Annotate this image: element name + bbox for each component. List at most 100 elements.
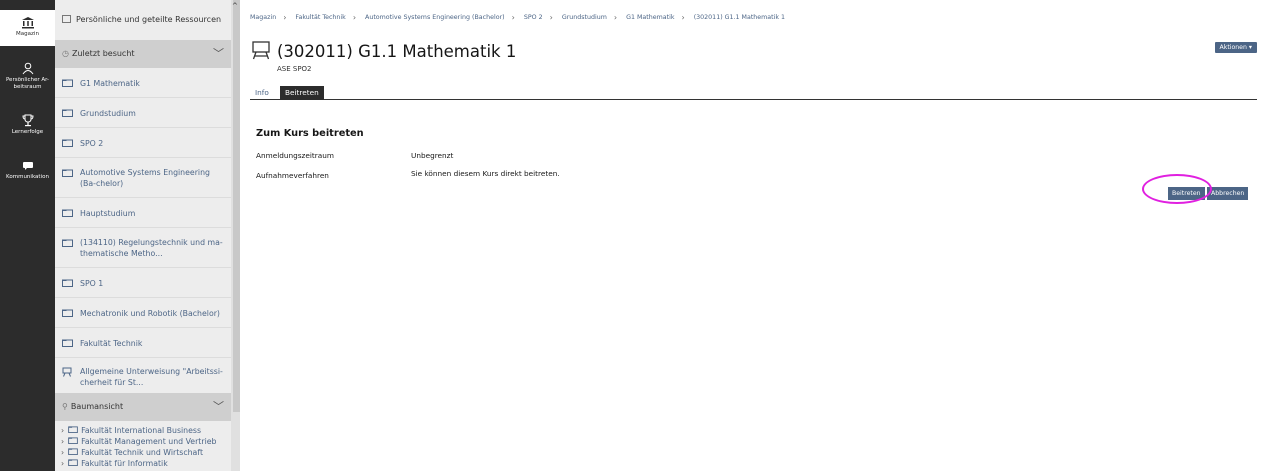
chat-icon — [0, 157, 55, 173]
tree-node[interactable]: › Fakultät Technik und Wirtschaft — [61, 447, 216, 458]
list-item-label: Mechatronik und Robotik (Bachelor) — [80, 309, 220, 318]
registration-period-row: Anmeldungszeitraum Unbegrenzt — [256, 151, 453, 160]
list-item-label: Hauptstudium — [80, 209, 136, 218]
folder-icon — [62, 309, 73, 317]
list-item[interactable]: Fakultät Technik — [55, 328, 231, 358]
list-item[interactable]: Grundstudium — [55, 98, 231, 128]
list-item[interactable]: (134110) Regelungstechnik und ma-themati… — [55, 228, 231, 268]
list-item-label: G1 Mathematik — [80, 79, 140, 88]
breadcrumb-item[interactable]: Fakultät Technik — [295, 14, 345, 21]
list-item[interactable]: Hauptstudium — [55, 198, 231, 228]
personal-workspace-icon — [0, 60, 55, 76]
breadcrumb-item[interactable]: Magazin — [250, 14, 276, 21]
folder-icon — [62, 279, 73, 287]
actions-dropdown-button[interactable]: Aktionen ▾ — [1214, 42, 1257, 53]
cancel-button[interactable]: Abbrechen — [1207, 187, 1249, 200]
tree-node-label: Fakultät Technik und Wirtschaft — [81, 448, 203, 457]
trophy-icon — [0, 112, 55, 128]
mainbar-label: Kommunikation — [6, 174, 49, 180]
row-label: Aufnahmeverfahren — [256, 171, 329, 180]
tree-view: › Fakultät International Business › Fakult… — [61, 425, 216, 469]
chevron-right-icon: › — [61, 437, 65, 446]
tree-header-label: Baumansicht — [70, 402, 124, 411]
folder-icon — [68, 459, 78, 466]
breadcrumb-item[interactable]: G1 Mathematik — [626, 14, 674, 21]
tree-node[interactable]: › Fakultät International Business — [61, 425, 216, 436]
tree-node[interactable]: › Fakultät für Informatik — [61, 458, 216, 469]
list-item[interactable]: Allgemeine Unterweisung "Arbeitssi-cherh… — [55, 358, 231, 394]
folder-icon — [62, 139, 73, 147]
tree-header[interactable]: ⚲ Baumansicht ﹀ — [55, 393, 231, 421]
chevron-right-icon: › — [549, 13, 553, 22]
list-item-label: Allgemeine Unterweisung "Arbeitssi-cherh… — [80, 367, 223, 387]
breadcrumb-item[interactable]: SPO 2 — [524, 14, 543, 21]
repository-icon — [0, 14, 55, 30]
tree-icon: ⚲ — [62, 402, 68, 411]
list-item-label: SPO 2 — [80, 139, 104, 148]
scroll-up-icon[interactable]: ^ — [232, 3, 240, 10]
folder-icon — [62, 339, 73, 347]
list-item-label: Grundstudium — [80, 109, 136, 118]
chevron-right-icon: › — [613, 13, 618, 22]
tree-node[interactable]: › Fakultät Management und Vertrieb — [61, 436, 216, 447]
tree-node-label: Fakultät International Business — [81, 426, 202, 435]
list-item[interactable]: SPO 1 — [55, 268, 231, 298]
list-item[interactable]: Mechatronik und Robotik (Bachelor) — [55, 298, 231, 328]
course-icon — [62, 367, 72, 377]
folder-icon — [62, 169, 73, 177]
admission-procedure-row: Aufnahmeverfahren Sie können diesem Kurs… — [256, 169, 560, 180]
recent-header-label: Zuletzt besucht — [71, 49, 135, 58]
folder-icon — [62, 209, 73, 217]
folder-icon — [62, 109, 73, 117]
breadcrumb-item[interactable]: Automotive Systems Engineering (Bachelor… — [365, 14, 505, 21]
chevron-down-icon: ﹀ — [213, 400, 224, 413]
list-item[interactable]: G1 Mathematik — [55, 68, 231, 98]
row-value: Unbegrenzt — [411, 151, 454, 160]
scrollbar-thumb[interactable] — [233, 0, 240, 412]
list-item-label: Automotive Systems Engineering (Ba-chelo… — [80, 168, 210, 188]
list-item-label: (134110) Regelungstechnik und ma-themati… — [80, 238, 223, 258]
breadcrumb-item[interactable]: (302011) G1.1 Mathematik 1 — [694, 14, 785, 21]
row-value: Sie können diesem Kurs direkt beitreten. — [411, 169, 560, 178]
square-icon — [62, 15, 71, 23]
mainbar-item-communication[interactable]: Kommunikation — [0, 155, 55, 187]
tab-join[interactable]: Beitreten — [280, 86, 324, 100]
list-item[interactable]: SPO 2 — [55, 128, 231, 158]
chevron-right-icon: › — [61, 448, 65, 457]
folder-icon — [62, 79, 73, 87]
list-item[interactable]: Automotive Systems Engineering (Ba-chelo… — [55, 158, 231, 198]
main-menu-bar: Magazin Persönlicher Ar-beitsraum Lerner… — [0, 0, 55, 471]
tab-bar: Info Beitreten — [250, 86, 1257, 100]
folder-icon — [68, 426, 78, 433]
chevron-right-icon: › — [352, 13, 357, 22]
slate-panel: Persönliche und geteilte Ressourcen ◷ Zul… — [55, 0, 240, 471]
mainbar-label: Lernerfolge — [11, 129, 44, 135]
mainbar-label: Persönlicher Ar-beitsraum — [5, 77, 50, 90]
slate-scrollbar[interactable]: ^ — [231, 0, 240, 471]
personal-resources-link[interactable]: Persönliche und geteilte Ressourcen — [55, 10, 231, 30]
breadcrumb-item[interactable]: Grundstudium — [562, 14, 607, 21]
mainbar-label: Magazin — [16, 31, 39, 37]
tab-info[interactable]: Info — [250, 86, 274, 100]
mainbar-item-personal-workspace[interactable]: Persönlicher Ar-beitsraum — [0, 56, 55, 96]
page-title: (302011) G1.1 Mathematik 1 — [277, 42, 517, 61]
folder-icon — [68, 437, 78, 444]
list-item-label: SPO 1 — [80, 279, 104, 288]
row-label: Anmeldungszeitraum — [256, 151, 334, 160]
clock-icon: ◷ — [62, 49, 69, 58]
tree-node-label: Fakultät Management und Vertrieb — [81, 437, 217, 446]
list-item-label: Fakultät Technik — [80, 339, 143, 348]
folder-icon — [62, 239, 73, 247]
folder-icon — [68, 448, 78, 455]
recent-header[interactable]: ◷ Zuletzt besucht ﹀ — [55, 40, 231, 68]
tree-node-label: Fakultät für Informatik — [81, 459, 168, 468]
personal-resources-label: Persönliche und geteilte Ressourcen — [76, 15, 222, 24]
section-title: Zum Kurs beitreten — [256, 128, 364, 139]
chevron-down-icon: ﹀ — [213, 47, 224, 60]
main-content: Magazin › Fakultät Technik › Automotive Sy… — [240, 0, 1265, 471]
chevron-right-icon: › — [283, 13, 287, 22]
chevron-right-icon: › — [511, 13, 515, 22]
page-subtitle: ASE SPO2 — [277, 65, 312, 73]
mainbar-item-magazin[interactable]: Magazin — [0, 10, 55, 46]
mainbar-item-achievements[interactable]: Lernerfolge — [0, 110, 55, 142]
